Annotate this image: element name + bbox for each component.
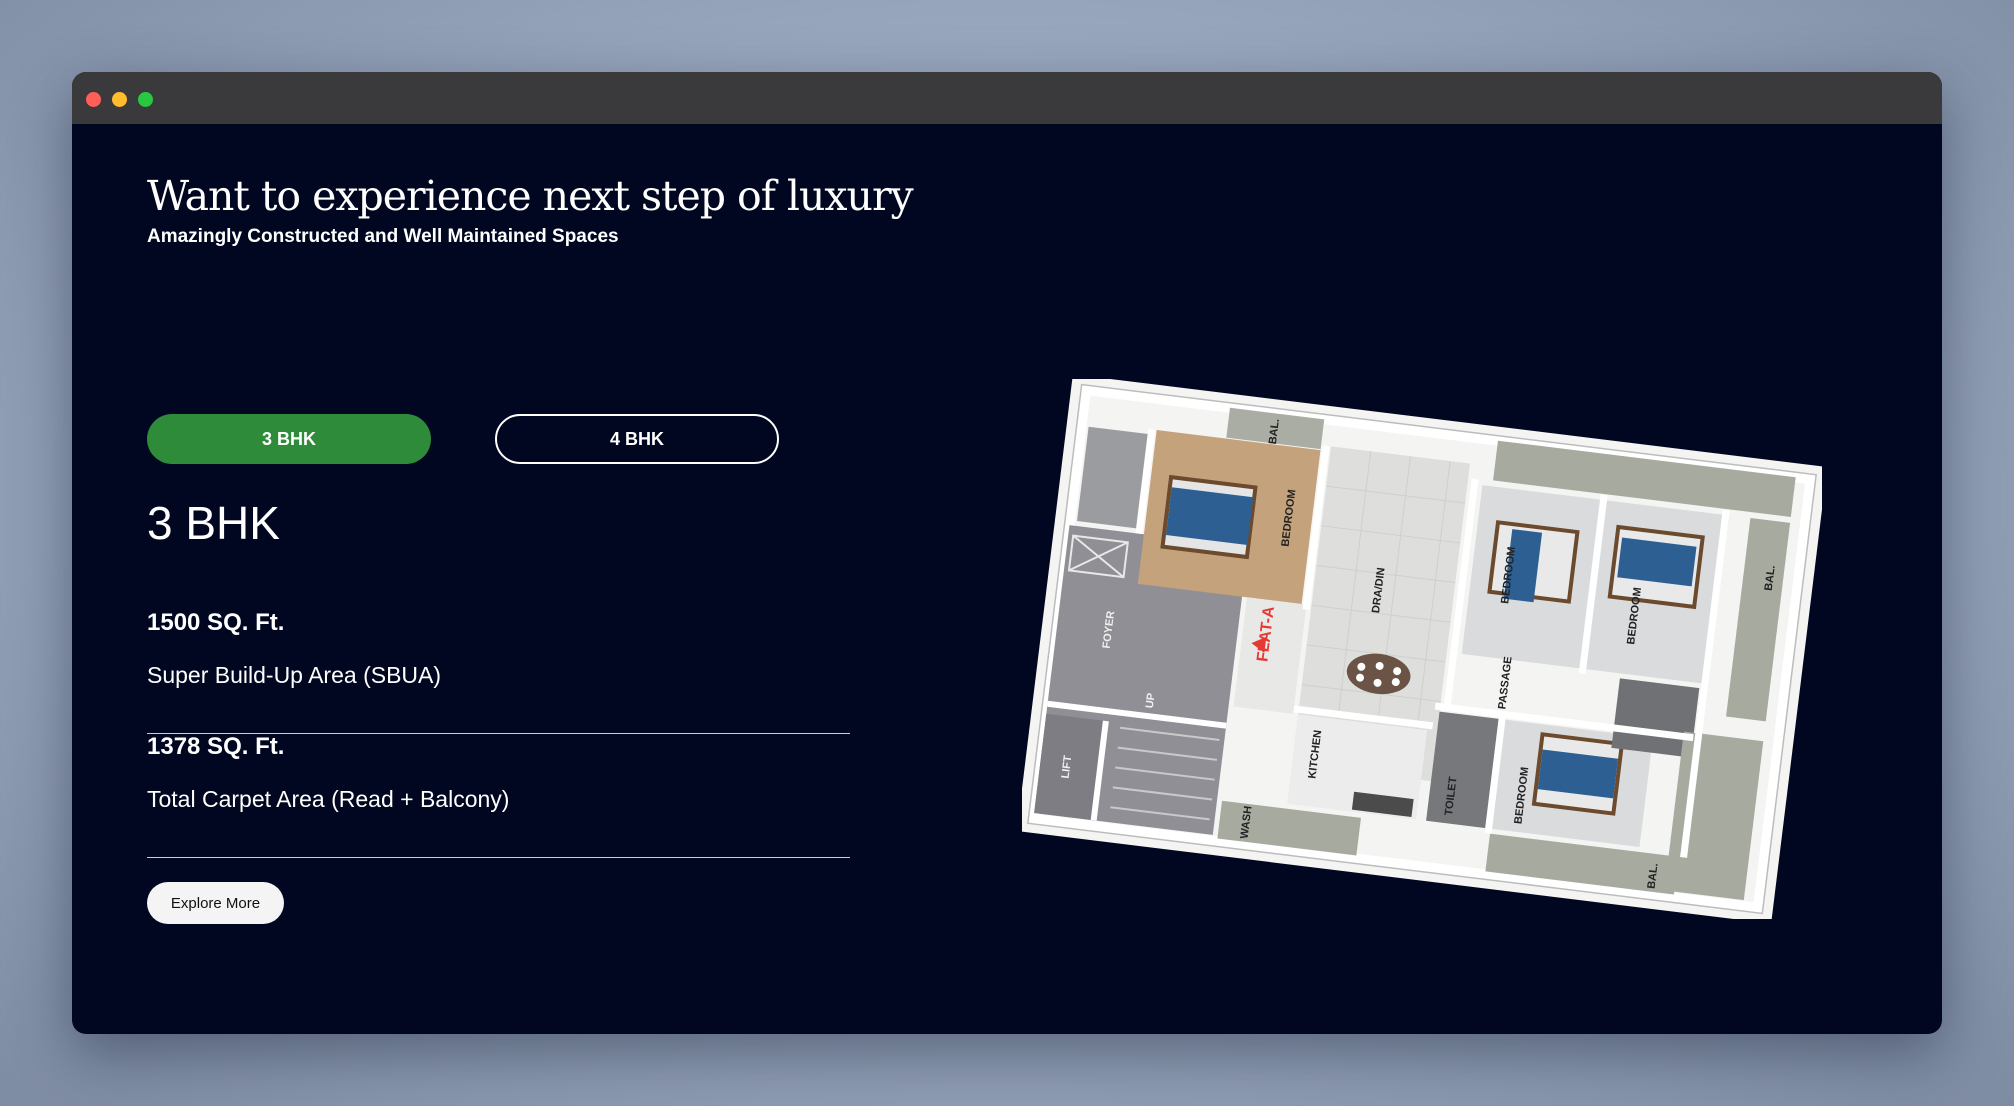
minimize-window-button[interactable]	[112, 92, 127, 107]
maximize-window-button[interactable]	[138, 92, 153, 107]
svg-text:UP: UP	[1144, 692, 1158, 709]
browser-window: Want to experience next step of luxury A…	[72, 72, 1942, 1034]
carpet-area-label: Total Carpet Area (Read + Balcony)	[147, 786, 510, 812]
tab-4-bhk[interactable]: 4 BHK	[495, 414, 779, 464]
hero-subtitle: Amazingly Constructed and Well Maintaine…	[147, 226, 619, 247]
divider	[147, 857, 850, 858]
carpet-area-value: 1378 SQ. Ft.	[147, 733, 285, 760]
sbua-label: Super Build-Up Area (SBUA)	[147, 662, 442, 688]
explore-more-button[interactable]: Explore More	[147, 882, 284, 924]
sbua-value: 1500 SQ. Ft.	[147, 609, 285, 636]
unit-title: 3 BHK	[147, 497, 280, 549]
hero-title: Want to experience next step of luxury	[147, 172, 914, 220]
floor-plan-image: BEDROOM DRA/DIN BEDROOM BEDROOM FOYER LI…	[1016, 374, 1828, 924]
tab-3-bhk[interactable]: 3 BHK	[147, 414, 431, 464]
window-titlebar	[72, 72, 1942, 124]
toilet-room	[1077, 426, 1149, 529]
page-content: Want to experience next step of luxury A…	[72, 124, 1942, 1034]
close-window-button[interactable]	[86, 92, 101, 107]
